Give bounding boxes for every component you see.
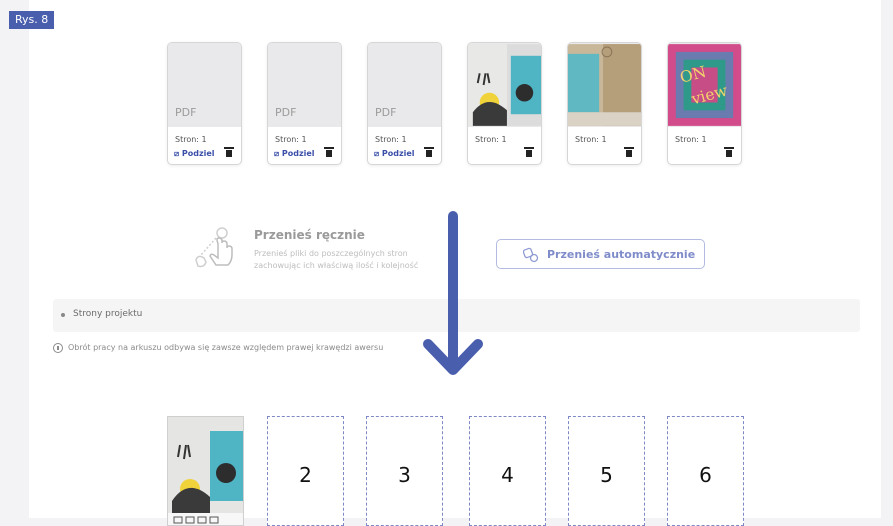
description-line: zachowując ich właściwą ilość i kolejnoś… — [254, 261, 419, 270]
page-number: 2 — [299, 463, 312, 487]
move-automatically-button[interactable]: Przenieś automatycznie — [496, 239, 705, 269]
trash-icon[interactable] — [424, 147, 434, 157]
file-type-label: PDF — [275, 106, 297, 119]
page-number: 6 — [699, 463, 712, 487]
page-slot[interactable]: 4 — [469, 416, 546, 526]
page-slot[interactable]: 2 — [267, 416, 344, 526]
file-pages-count: Stron: 1 — [375, 135, 407, 144]
figure-label: Rys. 8 — [9, 11, 55, 29]
file-card[interactable]: ON view Stron: 1 — [667, 42, 742, 165]
file-pages-count: Stron: 1 — [575, 135, 607, 144]
file-pages-count: Stron: 1 — [175, 135, 207, 144]
file-pages-count: Stron: 1 — [475, 135, 507, 144]
auto-button-label: Przenieś automatycznie — [547, 248, 696, 261]
file-pages-count: Stron: 1 — [275, 135, 307, 144]
move-manually-title: Przenieś ręcznie — [254, 228, 365, 242]
file-card[interactable]: Stron: 1 — [467, 42, 542, 165]
trash-icon[interactable] — [324, 147, 334, 157]
file-thumbnail-image — [568, 43, 641, 127]
page-number: 5 — [600, 463, 613, 487]
split-button[interactable]: ⧄ Podziel — [274, 149, 315, 159]
bullet-icon — [61, 313, 65, 317]
down-arrow-icon — [423, 211, 483, 375]
split-button[interactable]: ⧄ Podziel — [174, 149, 215, 159]
file-card[interactable]: PDF Stron: 1 ⧄ Podziel — [367, 42, 442, 165]
file-card[interactable]: PDF Stron: 1 ⧄ Podziel — [167, 42, 242, 165]
trash-icon[interactable] — [224, 147, 234, 157]
file-type-label: PDF — [375, 106, 397, 119]
auto-move-icon — [523, 247, 539, 263]
split-icon: ⧄ — [374, 149, 380, 158]
split-icon: ⧄ — [274, 149, 280, 158]
page-preview-image — [168, 417, 243, 525]
file-pages-count: Stron: 1 — [675, 135, 707, 144]
description-line: Przenieś pliki do poszczególnych stron — [254, 249, 408, 258]
file-thumbnail-image: ON view — [668, 43, 741, 127]
split-label: Podziel — [281, 149, 315, 158]
page-slot[interactable]: 5 — [568, 416, 645, 526]
page-number: 3 — [398, 463, 411, 487]
file-card[interactable]: Stron: 1 — [567, 42, 642, 165]
drag-hand-icon — [195, 227, 233, 268]
left-margin — [0, 0, 29, 518]
page-number: 4 — [501, 463, 514, 487]
info-text: Obrót pracy na arkuszu odbywa się zawsze… — [68, 343, 384, 352]
right-margin — [881, 0, 893, 518]
info-icon — [53, 343, 63, 353]
section-title: Strony projektu — [73, 309, 143, 319]
file-thumbnail-image — [468, 43, 541, 127]
split-label: Podziel — [181, 149, 215, 158]
file-card[interactable]: PDF Stron: 1 ⧄ Podziel — [267, 42, 342, 165]
split-button[interactable]: ⧄ Podziel — [374, 149, 415, 159]
move-manually-option[interactable]: Przenieś ręcznie Przenieś pliki do poszc… — [188, 222, 458, 272]
split-icon: ⧄ — [174, 149, 180, 158]
page-slot[interactable]: 3 — [366, 416, 443, 526]
page-slot-filled[interactable] — [167, 416, 244, 526]
trash-icon[interactable] — [724, 147, 734, 157]
move-manually-description: Przenieś pliki do poszczególnych stron z… — [254, 248, 444, 272]
file-type-label: PDF — [175, 106, 197, 119]
trash-icon[interactable] — [524, 147, 534, 157]
trash-icon[interactable] — [624, 147, 634, 157]
split-label: Podziel — [381, 149, 415, 158]
page-slot[interactable]: 6 — [667, 416, 744, 526]
